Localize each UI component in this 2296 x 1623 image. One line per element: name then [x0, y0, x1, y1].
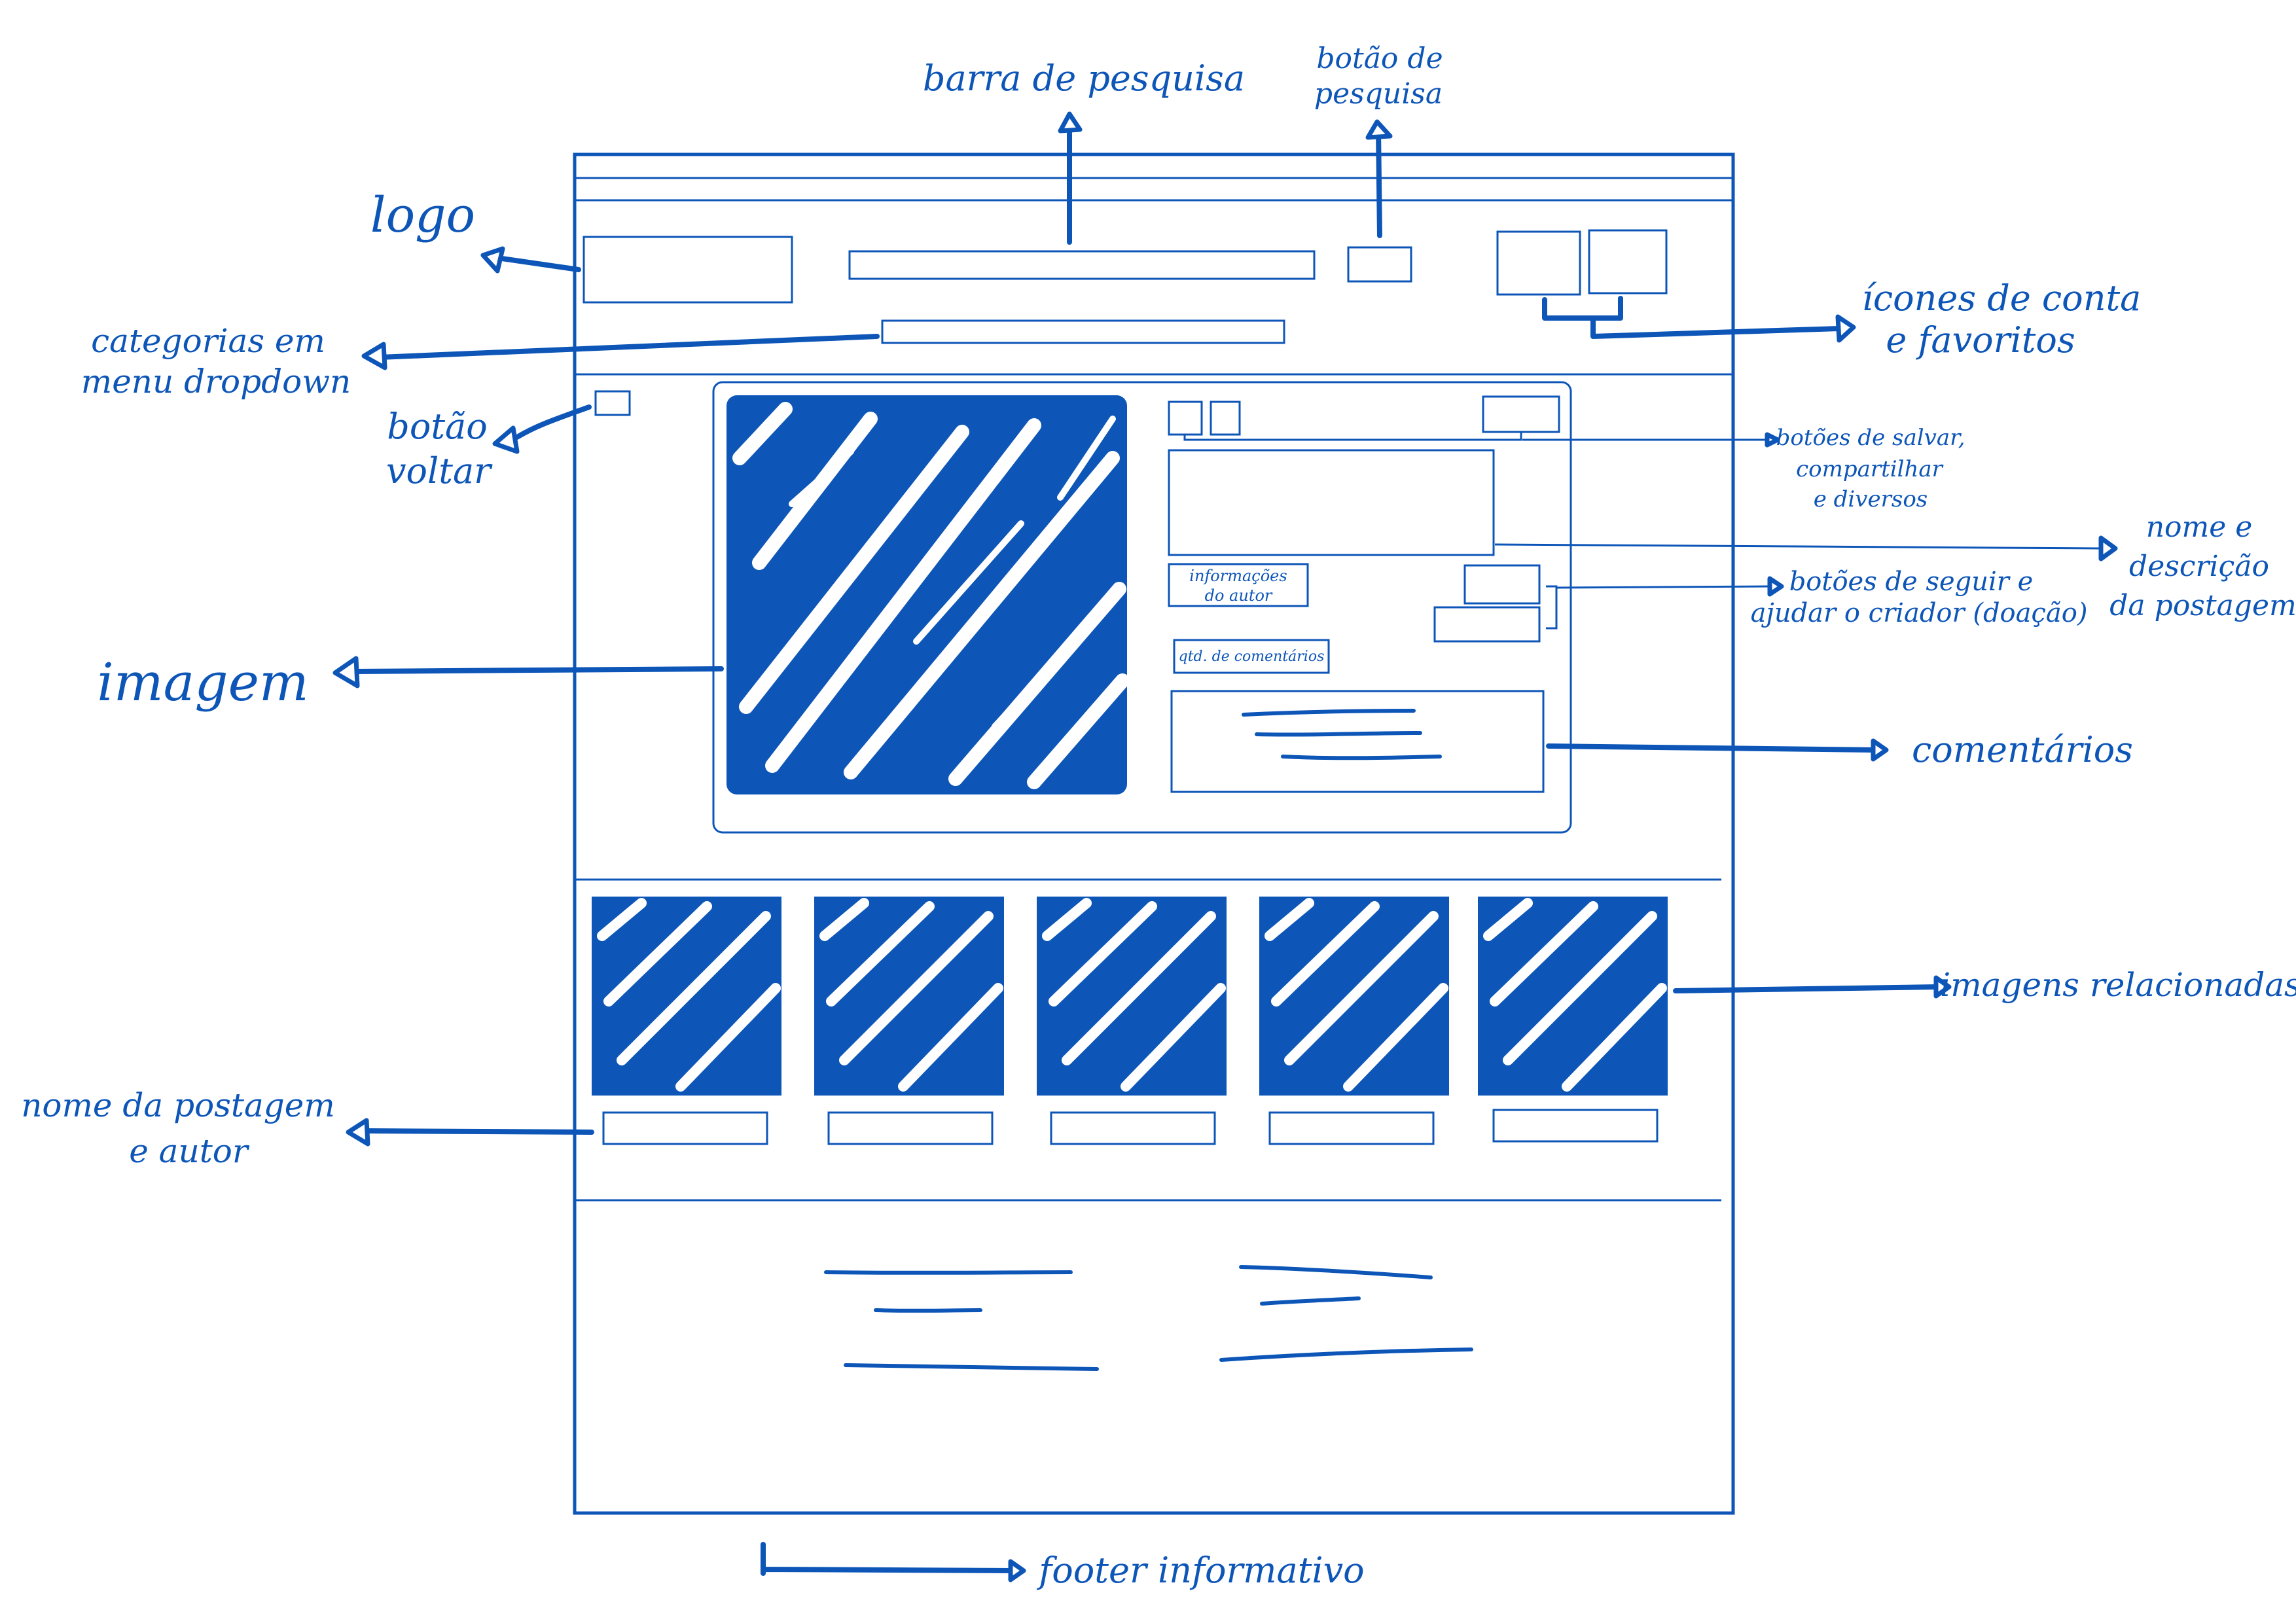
label-main-image: imagem — [97, 652, 309, 713]
label-follow-donate-2: ajudar o criador (doação) — [1751, 598, 2088, 628]
arrow-related-images — [1673, 975, 1952, 999]
label-post-name-author-1: nome da postagem — [21, 1086, 335, 1124]
search-button-box — [1347, 246, 1412, 283]
arrow-post-name-author — [346, 1118, 594, 1147]
related-caption-1 — [602, 1111, 768, 1145]
label-footer: footer informativo — [1036, 1550, 1364, 1591]
label-post-title-3: da postagem — [2109, 589, 2296, 622]
related-image-3 — [1037, 897, 1227, 1096]
related-caption-4 — [1268, 1111, 1435, 1145]
label-back-button-2: voltar — [386, 450, 493, 491]
related-caption-2 — [827, 1111, 994, 1145]
label-icons-1: ícones de conta — [1862, 277, 2142, 319]
footer-line-6 — [1219, 1347, 1473, 1362]
share-button-box — [1210, 401, 1241, 436]
label-action-buttons-2: compartilhar — [1796, 456, 1944, 482]
label-search-button-1: botão de — [1316, 42, 1443, 75]
label-search-button-2: pesquisa — [1314, 77, 1443, 111]
label-post-title-2: descrição — [2129, 550, 2269, 583]
arrow-main-image — [332, 656, 724, 688]
action-buttons-bracket — [1183, 432, 1522, 441]
save-button-box — [1168, 401, 1203, 436]
footer-line-3 — [844, 1363, 1099, 1371]
footer-line-1 — [824, 1270, 1073, 1275]
related-caption-3 — [1050, 1111, 1216, 1145]
related-image-1 — [592, 897, 781, 1096]
comment-line-1 — [1242, 709, 1416, 717]
arrow-account-icons — [1542, 296, 1856, 343]
related-image-5 — [1478, 897, 1668, 1096]
favorites-icon-box — [1588, 229, 1668, 294]
label-comments: comentários — [1912, 729, 2133, 770]
arrow-categories — [361, 334, 880, 370]
wireframe-diagram: informações do autor qtd. de comentários — [21, 42, 2296, 1591]
footer-line-4 — [1239, 1265, 1433, 1279]
related-image-4 — [1259, 897, 1449, 1096]
post-title-description-box — [1168, 449, 1495, 556]
label-action-buttons-3: e diversos — [1814, 486, 1928, 512]
arrow-comments — [1546, 738, 1889, 762]
main-image — [726, 395, 1130, 794]
label-categories-2: menu dropdown — [81, 363, 351, 401]
back-button-box — [594, 390, 631, 416]
label-follow-donate-1: botões de seguir e — [1789, 567, 2034, 597]
arrow-post-title — [1494, 535, 2118, 562]
arrow-footer — [761, 1542, 1026, 1582]
label-back-button-1: botão — [387, 406, 487, 447]
search-bar-box — [848, 250, 1316, 280]
comment-line-3 — [1281, 755, 1442, 760]
footer-line-2 — [874, 1308, 982, 1313]
donate-button-box — [1433, 606, 1541, 643]
label-logo: logo — [370, 187, 475, 243]
misc-button-box — [1482, 395, 1560, 433]
footer-line-5 — [1260, 1296, 1361, 1306]
logo-box — [583, 236, 793, 304]
label-categories-1: categorias em — [91, 322, 325, 360]
related-image-2 — [814, 897, 1004, 1096]
page-frame — [573, 152, 1735, 1515]
author-info-label-2: do autor — [1205, 586, 1273, 605]
categories-dropdown-box — [881, 319, 1285, 344]
related-caption-5 — [1492, 1109, 1659, 1143]
comments-box — [1170, 690, 1545, 793]
label-icons-2: e favoritos — [1886, 319, 2075, 361]
label-search-bar: barra de pesquisa — [923, 58, 1245, 99]
label-related-images: imagens relacionadas — [1940, 966, 2296, 1004]
account-icon-box — [1496, 230, 1581, 296]
arrow-action-buttons — [1522, 432, 1780, 448]
label-post-title-1: nome e — [2146, 510, 2253, 544]
author-info-label-1: informações — [1189, 567, 1287, 585]
label-post-name-author-2: e autor — [129, 1132, 250, 1170]
label-action-buttons-1: botões de salvar, — [1776, 425, 1965, 451]
follow-button-box — [1463, 564, 1541, 605]
comment-count-label: qtd. de comentários — [1179, 649, 1325, 665]
arrow-logo — [480, 246, 581, 274]
arrow-follow-donate — [1546, 576, 1784, 630]
comment-line-2 — [1255, 731, 1422, 737]
